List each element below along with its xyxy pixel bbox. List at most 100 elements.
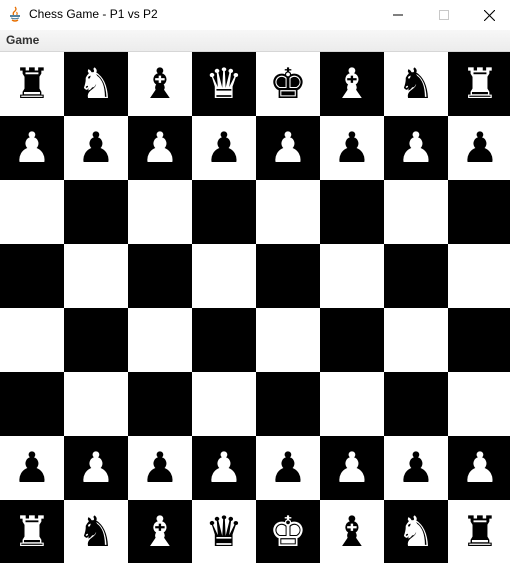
square-f3[interactable] bbox=[320, 372, 384, 436]
square-b7[interactable]: ♟ bbox=[64, 116, 128, 180]
square-f6[interactable] bbox=[320, 180, 384, 244]
square-h4[interactable] bbox=[448, 308, 510, 372]
square-a1[interactable]: ♜ bbox=[0, 500, 64, 563]
square-h8[interactable]: ♜ bbox=[448, 52, 510, 116]
square-b6[interactable] bbox=[64, 180, 128, 244]
close-button[interactable] bbox=[466, 0, 510, 30]
square-e8[interactable]: ♚ bbox=[256, 52, 320, 116]
pawn-icon[interactable]: ♟ bbox=[141, 447, 179, 489]
square-d1[interactable]: ♛ bbox=[192, 500, 256, 563]
square-f2[interactable]: ♟ bbox=[320, 436, 384, 500]
square-h5[interactable] bbox=[448, 244, 510, 308]
pawn-icon[interactable]: ♟ bbox=[77, 127, 115, 169]
square-a5[interactable] bbox=[0, 244, 64, 308]
pawn-icon[interactable]: ♟ bbox=[269, 447, 307, 489]
square-c1[interactable]: ♝ bbox=[128, 500, 192, 563]
pawn-icon[interactable]: ♟ bbox=[13, 127, 51, 169]
square-d4[interactable] bbox=[192, 308, 256, 372]
king-icon[interactable]: ♚ bbox=[269, 510, 307, 553]
knight-icon[interactable]: ♞ bbox=[77, 63, 115, 105]
square-f7[interactable]: ♟ bbox=[320, 116, 384, 180]
square-g1[interactable]: ♞ bbox=[384, 500, 448, 563]
square-f1[interactable]: ♝ bbox=[320, 500, 384, 563]
square-c2[interactable]: ♟ bbox=[128, 436, 192, 500]
knight-icon[interactable]: ♞ bbox=[397, 63, 435, 105]
knight-icon[interactable]: ♞ bbox=[77, 510, 115, 553]
pawn-icon[interactable]: ♟ bbox=[13, 447, 51, 489]
square-a6[interactable] bbox=[0, 180, 64, 244]
square-h3[interactable] bbox=[448, 372, 510, 436]
rook-icon[interactable]: ♜ bbox=[13, 510, 51, 553]
square-b5[interactable] bbox=[64, 244, 128, 308]
pawn-icon[interactable]: ♟ bbox=[397, 127, 435, 169]
square-h7[interactable]: ♟ bbox=[448, 116, 510, 180]
pawn-icon[interactable]: ♟ bbox=[333, 447, 371, 489]
square-e4[interactable] bbox=[256, 308, 320, 372]
square-d7[interactable]: ♟ bbox=[192, 116, 256, 180]
square-a2[interactable]: ♟ bbox=[0, 436, 64, 500]
square-c3[interactable] bbox=[128, 372, 192, 436]
bishop-icon[interactable]: ♝ bbox=[141, 510, 179, 553]
square-c4[interactable] bbox=[128, 308, 192, 372]
square-c6[interactable] bbox=[128, 180, 192, 244]
pawn-icon[interactable]: ♟ bbox=[205, 127, 243, 169]
maximize-button[interactable] bbox=[421, 0, 467, 30]
queen-icon[interactable]: ♛ bbox=[205, 510, 243, 553]
square-a8[interactable]: ♜ bbox=[0, 52, 64, 116]
square-h6[interactable] bbox=[448, 180, 510, 244]
square-e7[interactable]: ♟ bbox=[256, 116, 320, 180]
square-c5[interactable] bbox=[128, 244, 192, 308]
square-g2[interactable]: ♟ bbox=[384, 436, 448, 500]
menu-game[interactable]: Game bbox=[6, 33, 39, 47]
pawn-icon[interactable]: ♟ bbox=[269, 127, 307, 169]
bishop-icon[interactable]: ♝ bbox=[333, 510, 371, 553]
square-a4[interactable] bbox=[0, 308, 64, 372]
rook-icon[interactable]: ♜ bbox=[461, 510, 499, 553]
square-d5[interactable] bbox=[192, 244, 256, 308]
pawn-icon[interactable]: ♟ bbox=[141, 127, 179, 169]
bishop-icon[interactable]: ♝ bbox=[333, 63, 371, 105]
knight-icon[interactable]: ♞ bbox=[397, 510, 435, 553]
rook-icon[interactable]: ♜ bbox=[13, 63, 51, 105]
square-d8[interactable]: ♛ bbox=[192, 52, 256, 116]
square-d2[interactable]: ♟ bbox=[192, 436, 256, 500]
square-b3[interactable] bbox=[64, 372, 128, 436]
square-c7[interactable]: ♟ bbox=[128, 116, 192, 180]
square-h1[interactable]: ♜ bbox=[448, 500, 510, 563]
square-e5[interactable] bbox=[256, 244, 320, 308]
square-h2[interactable]: ♟ bbox=[448, 436, 510, 500]
pawn-icon[interactable]: ♟ bbox=[461, 127, 499, 169]
square-g5[interactable] bbox=[384, 244, 448, 308]
square-b2[interactable]: ♟ bbox=[64, 436, 128, 500]
bishop-icon[interactable]: ♝ bbox=[141, 63, 179, 105]
rook-icon[interactable]: ♜ bbox=[461, 63, 499, 105]
square-d3[interactable] bbox=[192, 372, 256, 436]
square-g3[interactable] bbox=[384, 372, 448, 436]
square-g8[interactable]: ♞ bbox=[384, 52, 448, 116]
king-icon[interactable]: ♚ bbox=[269, 63, 307, 105]
pawn-icon[interactable]: ♟ bbox=[461, 447, 499, 489]
square-g4[interactable] bbox=[384, 308, 448, 372]
minimize-button[interactable] bbox=[375, 0, 421, 30]
square-b4[interactable] bbox=[64, 308, 128, 372]
square-g6[interactable] bbox=[384, 180, 448, 244]
pawn-icon[interactable]: ♟ bbox=[77, 447, 115, 489]
square-g7[interactable]: ♟ bbox=[384, 116, 448, 180]
square-a3[interactable] bbox=[0, 372, 64, 436]
pawn-icon[interactable]: ♟ bbox=[397, 447, 435, 489]
square-e3[interactable] bbox=[256, 372, 320, 436]
square-e6[interactable] bbox=[256, 180, 320, 244]
queen-icon[interactable]: ♛ bbox=[205, 63, 243, 105]
square-c8[interactable]: ♝ bbox=[128, 52, 192, 116]
pawn-icon[interactable]: ♟ bbox=[333, 127, 371, 169]
square-d6[interactable] bbox=[192, 180, 256, 244]
square-f4[interactable] bbox=[320, 308, 384, 372]
square-f5[interactable] bbox=[320, 244, 384, 308]
square-b8[interactable]: ♞ bbox=[64, 52, 128, 116]
square-e2[interactable]: ♟ bbox=[256, 436, 320, 500]
square-a7[interactable]: ♟ bbox=[0, 116, 64, 180]
pawn-icon[interactable]: ♟ bbox=[205, 447, 243, 489]
square-b1[interactable]: ♞ bbox=[64, 500, 128, 563]
square-e1[interactable]: ♚ bbox=[256, 500, 320, 563]
square-f8[interactable]: ♝ bbox=[320, 52, 384, 116]
